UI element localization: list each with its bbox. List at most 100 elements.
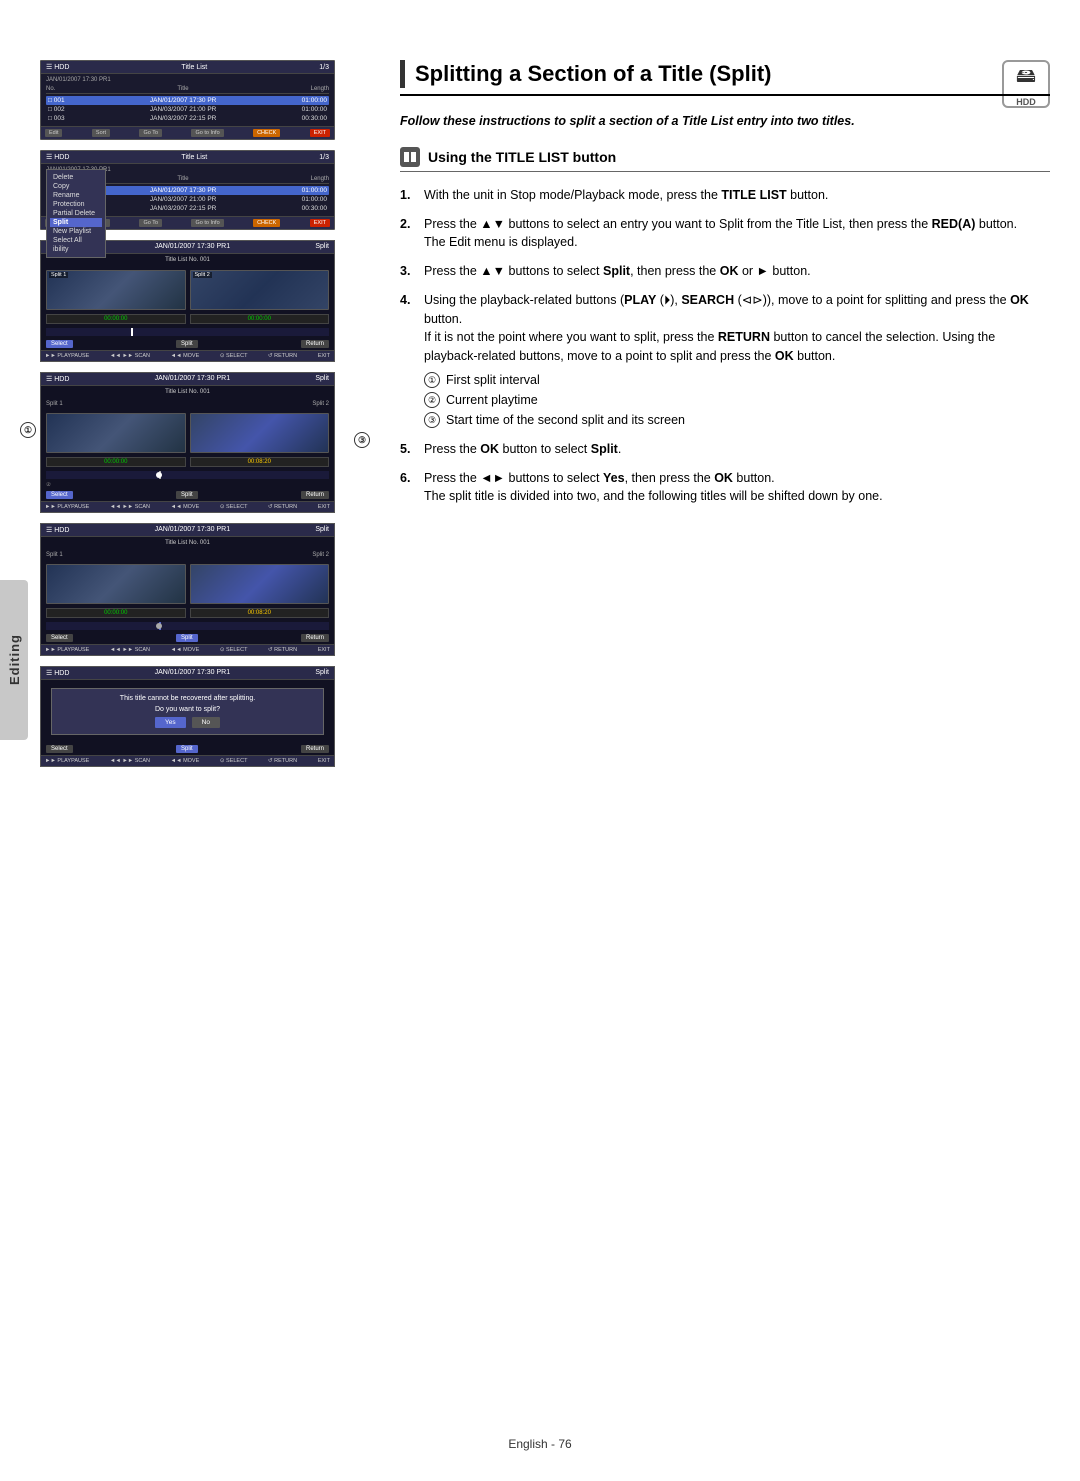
step-2-number: 2. [400, 215, 416, 253]
step-2-content: Press the ▲▼ buttons to select an entry … [424, 215, 1050, 253]
screen-1-table-header: No. Title Length [46, 85, 329, 94]
intro-text: Follow these instructions to split a sec… [400, 112, 1050, 131]
screen-1-hdd: ☰ HDD [46, 63, 69, 71]
screen-3-timecodes: 00:00:00 00:00:00 [41, 312, 334, 326]
split-thumb-1: Split 1 [46, 270, 186, 310]
screen-3-thumbnails: Split 1 Split 2 [41, 266, 334, 312]
sub-circle-2: ② [424, 392, 440, 408]
screen-5-split: ☰ HDD JAN/01/2007 17:30 PR1 Split Title … [40, 523, 335, 656]
step-5-content: Press the OK button to select Split. [424, 440, 1050, 459]
screen-4-thumbnails [41, 409, 334, 455]
sub-text-1: First split interval [446, 370, 540, 390]
step-1-content: With the unit in Stop mode/Playback mode… [424, 186, 1050, 205]
screen-6-buttons: Select Split Return [41, 743, 334, 755]
screen-5-header: ☰ HDD JAN/01/2007 17:30 PR1 Split [41, 524, 334, 537]
split-thumb-2: Split 2 [190, 270, 330, 310]
step-4-number: 4. [400, 291, 416, 430]
screen-4-split: ☰ HDD JAN/01/2007 17:30 PR1 Split Title … [40, 372, 335, 513]
split-thumb-5-2 [190, 564, 330, 604]
right-panel: Splitting a Section of a Title (Split) F… [400, 60, 1050, 516]
confirm-text: This title cannot be recovered after spl… [58, 695, 317, 702]
step-4-sub-list: ① First split interval ② Current playtim… [424, 370, 1050, 430]
sub-item-2: ② Current playtime [424, 390, 1050, 410]
title-bar-decoration [400, 60, 405, 88]
split-thumb-5-1 [46, 564, 186, 604]
screen-1-body: JAN/01/2007 17:30 PR1 No. Title Length □… [41, 74, 334, 126]
confirm-buttons: Yes No [58, 717, 317, 728]
sidebar-editing-tab: Editing [0, 580, 28, 740]
screen-1-footer: Edit Sort Go To Go to Info CHECK EXIT [41, 126, 334, 139]
screen-5-buttons: Select Split Return [41, 632, 334, 644]
intro-italic: Follow these instructions to split a sec… [400, 114, 855, 128]
section-icon [400, 147, 420, 167]
screen-1-row-3: □ 003 JAN/03/2007 22:15 PR 00:30:00 [46, 114, 329, 123]
step-2: 2. Press the ▲▼ buttons to select an ent… [400, 215, 1050, 253]
step-4: 4. Using the playback-related buttons (P… [400, 291, 1050, 430]
screen-3-split: ☰ HDD JAN/01/2007 17:30 PR1 Split Title … [40, 240, 335, 362]
screenshots-container: ☰ HDD Title List 1/3 JAN/01/2007 17:30 P… [40, 60, 360, 767]
page-title-text: Splitting a Section of a Title (Split) [415, 61, 772, 87]
screen-3-controls: ►► PLAYPAUSE ◄◄ ►► SCAN ◄◄ MOVE ⊙ SELECT… [41, 350, 334, 361]
screen-2-header: ☰ HDD Title List 1/3 [41, 151, 334, 164]
screen-5-thumbnails [41, 560, 334, 606]
split-thumb-4-1 [46, 413, 186, 453]
screen-4-progress [46, 471, 329, 479]
screen-4-header: ☰ HDD JAN/01/2007 17:30 PR1 Split [41, 373, 334, 386]
screen-2-body: JAN/01/2007 17:30 PR1 No. Title Length □… [41, 164, 334, 216]
screen-1-title: Title List [181, 64, 207, 71]
screen-6-header: ☰ HDD JAN/01/2007 17:30 PR1 Split [41, 667, 334, 680]
step-6-number: 6. [400, 469, 416, 507]
section-heading-text: Using the TITLE LIST button [428, 149, 616, 165]
sub-item-1: ① First split interval [424, 370, 1050, 390]
sub-circle-3: ③ [424, 412, 440, 428]
screen-3-buttons: Select Split Return [41, 338, 334, 350]
section-heading: Using the TITLE LIST button [400, 147, 1050, 172]
screen-1-header: ☰ HDD Title List 1/3 [41, 61, 334, 74]
marker-3: ③ [354, 432, 370, 448]
screen-4-timecodes: 00:00:00 00:08:20 [41, 455, 334, 469]
steps-list: 1. With the unit in Stop mode/Playback m… [400, 186, 1050, 506]
page-title: Splitting a Section of a Title (Split) [400, 60, 1050, 96]
left-panel: ☰ HDD Title List 1/3 JAN/01/2007 17:30 P… [40, 60, 360, 777]
screen-4-labels: ② [41, 481, 334, 489]
sidebar-tab-label: Editing [7, 634, 22, 685]
screen-1-date: JAN/01/2007 17:30 PR1 [46, 77, 329, 83]
confirm-no: No [192, 717, 220, 728]
screen-1-page: 1/3 [319, 64, 329, 71]
screen-5-progress [46, 622, 329, 630]
screen-4-buttons: Select Split Return [41, 489, 334, 501]
sub-circle-1: ① [424, 372, 440, 388]
sub-text-2: Current playtime [446, 390, 538, 410]
screen-4-wrapper: ① ③ ☰ HDD JAN/01/2007 17:30 PR1 Split Ti… [40, 372, 360, 513]
screen-5-timecodes: 00:00:00 00:08:20 [41, 606, 334, 620]
step-1: 1. With the unit in Stop mode/Playback m… [400, 186, 1050, 205]
step-6-content: Press the ◄► buttons to select Yes, then… [424, 469, 1050, 507]
step-3: 3. Press the ▲▼ buttons to select Split,… [400, 262, 1050, 281]
page-footer: English - 76 [0, 1437, 1080, 1451]
confirm-yes: Yes [155, 717, 186, 728]
screen-1-row-1: □ 001 JAN/01/2007 17:30 PR 01:00:00 [46, 96, 329, 105]
step-5: 5. Press the OK button to select Split. [400, 440, 1050, 459]
sub-text-3: Start time of the second split and its s… [446, 410, 685, 430]
step-1-number: 1. [400, 186, 416, 205]
screen-5-controls: ►► PLAYPAUSE ◄◄ ►► SCAN ◄◄ MOVE ⊙ SELECT… [41, 644, 334, 655]
step-6: 6. Press the ◄► buttons to select Yes, t… [400, 469, 1050, 507]
confirm-dialog: This title cannot be recovered after spl… [51, 688, 324, 735]
sub-item-3: ③ Start time of the second split and its… [424, 410, 1050, 430]
split-progress-bar [46, 328, 329, 336]
step-3-content: Press the ▲▼ buttons to select Split, th… [424, 262, 1050, 281]
screen-6-confirm: ☰ HDD JAN/01/2007 17:30 PR1 Split This t… [40, 666, 335, 767]
screen-4-controls: ►► PLAYPAUSE ◄◄ ►► SCAN ◄◄ MOVE ⊙ SELECT… [41, 501, 334, 512]
marker-1: ① [20, 422, 36, 438]
screen-1-row-2: □ 002 JAN/03/2007 21:00 PR 01:00:00 [46, 105, 329, 114]
step-4-content: Using the playback-related buttons (PLAY… [424, 291, 1050, 430]
footer-text: English - 76 [508, 1437, 571, 1451]
confirm-sub: Do you want to split? [58, 706, 317, 713]
step-3-number: 3. [400, 262, 416, 281]
screen-2-menu: ☰ HDD Title List 1/3 JAN/01/2007 17:30 P… [40, 150, 335, 230]
context-menu-overlay: Delete Copy Rename Protection Partial De… [46, 169, 106, 258]
screen-6-controls: ►► PLAYPAUSE ◄◄ ►► SCAN ◄◄ MOVE ⊙ SELECT… [41, 755, 334, 766]
screen-1-title-list: ☰ HDD Title List 1/3 JAN/01/2007 17:30 P… [40, 60, 335, 140]
split-thumb-4-2 [190, 413, 330, 453]
step-5-number: 5. [400, 440, 416, 459]
